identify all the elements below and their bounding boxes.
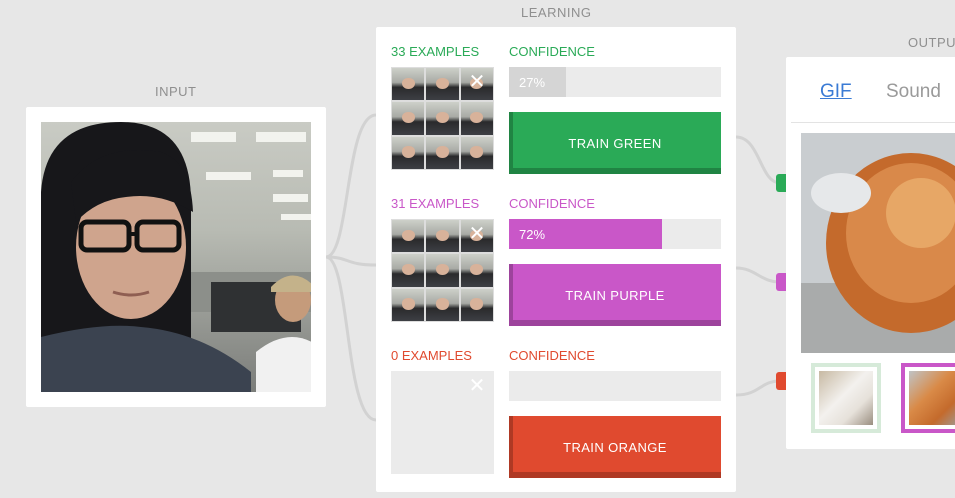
input-panel — [26, 107, 326, 407]
confidence-value-purple: 72% — [519, 227, 546, 242]
confidence-label-orange: CONFIDENCE — [509, 348, 595, 363]
confidence-bar-green: 27% — [509, 67, 721, 97]
webcam-feed — [41, 122, 311, 392]
train-purple-button[interactable]: TRAIN PURPLE — [509, 264, 721, 326]
output-gif-display — [801, 133, 955, 353]
gif-option-white-dog[interactable] — [811, 363, 881, 433]
learning-title: LEARNING — [521, 5, 592, 20]
tab-divider — [791, 122, 955, 123]
tab-sound[interactable]: Sound — [886, 81, 941, 103]
output-panel: GIF Sound — [786, 57, 955, 449]
class-purple: 31 EXAMPLES CONFIDENCE ✕ 72% TRAIN PURPL… — [391, 179, 721, 326]
examples-count-orange: 0 EXAMPLES — [391, 348, 472, 363]
tab-gif[interactable]: GIF — [820, 81, 852, 103]
examples-count-purple: 31 EXAMPLES — [391, 196, 480, 211]
confidence-label-purple: CONFIDENCE — [509, 196, 595, 211]
clear-examples-orange-icon[interactable]: ✕ — [467, 376, 487, 396]
confidence-label-green: CONFIDENCE — [509, 44, 595, 59]
output-connector-orange — [776, 372, 786, 390]
confidence-value-green: 27% — [519, 75, 546, 90]
output-connector-purple — [776, 273, 786, 291]
confidence-bar-orange — [509, 371, 721, 401]
input-title: INPUT — [155, 84, 197, 99]
class-green: 33 EXAMPLES CONFIDENCE ✕ 27% TRAIN GREEN — [391, 27, 721, 174]
train-orange-button[interactable]: TRAIN ORANGE — [509, 416, 721, 478]
gif-option-pomeranian[interactable] — [901, 363, 955, 433]
examples-count-green: 33 EXAMPLES — [391, 44, 480, 59]
clear-examples-purple-icon[interactable]: ✕ — [467, 224, 487, 244]
learning-panel: 33 EXAMPLES CONFIDENCE ✕ 27% TRAIN GREEN… — [376, 27, 736, 492]
output-connector-green — [776, 174, 786, 192]
output-title: OUTPU — [908, 35, 955, 50]
confidence-bar-purple: 72% — [509, 219, 721, 249]
clear-examples-green-icon[interactable]: ✕ — [467, 72, 487, 92]
train-green-button[interactable]: TRAIN GREEN — [509, 112, 721, 174]
class-orange: 0 EXAMPLES CONFIDENCE ✕ TRAIN ORANGE — [391, 331, 721, 478]
